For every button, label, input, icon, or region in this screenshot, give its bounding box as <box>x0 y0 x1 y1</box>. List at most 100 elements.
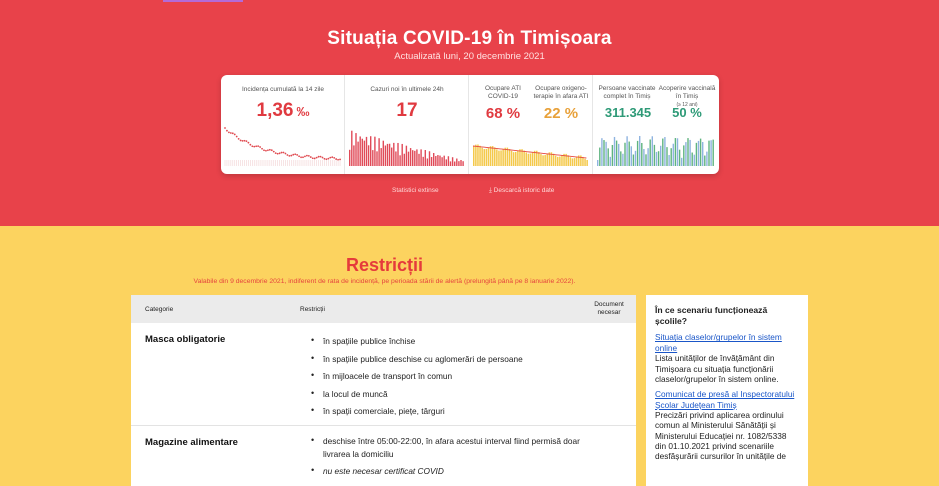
chart-bar <box>569 157 572 166</box>
chart-bar <box>678 149 681 166</box>
chart-point <box>237 137 240 140</box>
chart-point <box>239 139 242 142</box>
chart-point <box>294 153 297 156</box>
chart-point <box>233 133 236 136</box>
chart-bar <box>651 136 653 166</box>
chart-point <box>329 156 332 159</box>
schools-sidebar: În ce scenariu funcționează școlile? Sit… <box>646 295 808 486</box>
chart-bar <box>660 145 662 166</box>
chart-point <box>323 157 326 160</box>
chart-bar <box>386 143 389 166</box>
chart-point <box>319 155 322 158</box>
chart-bar <box>491 146 494 166</box>
chart-bar <box>582 156 584 166</box>
chart-bar <box>418 153 420 166</box>
chart-bar <box>695 142 698 166</box>
hospital-chart <box>472 144 588 166</box>
download-history-link[interactable]: ⤓ Descarcă istoric date <box>489 187 554 195</box>
page-title: Situația COVID-19 în Timișoara <box>327 28 612 49</box>
chart-bar <box>441 157 443 166</box>
chart-bar <box>401 143 403 166</box>
chart-bar <box>454 161 456 166</box>
chart-bar <box>607 148 609 166</box>
chart-point <box>325 158 328 161</box>
chart-bar <box>641 142 643 166</box>
chart-point <box>251 145 254 148</box>
chart-bar <box>699 138 702 166</box>
chart-point <box>288 154 291 157</box>
extended-stats-link[interactable]: Statistici extinse <box>392 187 439 194</box>
chart-bar <box>697 140 700 166</box>
mask-restrictions-list: în spațiile publice închise în spațiile … <box>309 332 523 421</box>
chart-point <box>290 154 293 157</box>
list-item: în spațiile publice închise <box>309 332 523 351</box>
chart-bar <box>363 140 366 166</box>
chart-bar <box>422 156 424 166</box>
chart-bar <box>494 147 496 166</box>
icu-value: 68 % <box>485 105 521 122</box>
chart-bar <box>374 136 376 166</box>
chart-bar <box>531 152 534 166</box>
chart-point <box>229 132 232 134</box>
chart-bar <box>622 153 624 166</box>
incidence-label: Incidența cumulată la 14 zile <box>241 86 325 93</box>
restrictions-title: Restricții <box>345 255 424 275</box>
chart-bar <box>634 150 637 166</box>
chart-bar <box>500 150 502 166</box>
chart-bar <box>527 153 530 166</box>
chart-bar <box>546 153 548 166</box>
chart-bar <box>523 150 525 166</box>
chart-bar <box>510 150 513 166</box>
chart-bar <box>693 154 695 166</box>
chart-point <box>231 132 234 135</box>
chart-point <box>292 153 295 156</box>
online-classes-link[interactable]: Situația claselor/grupelor în sistem onl… <box>655 332 799 353</box>
press-release-text: Precizări privind aplicarea ordinului co… <box>655 409 787 462</box>
chart-bar <box>704 155 706 166</box>
vaccination-panel[interactable]: Persoane vaccinate complet în Timiș Acop… <box>593 75 719 174</box>
chart-point <box>296 154 299 156</box>
chart-point <box>333 156 336 159</box>
incidence-chart <box>224 127 341 166</box>
chart-bar <box>544 155 546 166</box>
press-release-link[interactable]: Comunicat de presă al Inspectoratului Șc… <box>655 389 799 410</box>
chart-bar <box>351 130 353 166</box>
chart-point <box>284 152 287 155</box>
chart-bar <box>620 151 622 166</box>
chart-point <box>255 145 258 148</box>
chart-bar <box>615 140 618 166</box>
vaccination-chart <box>597 136 714 166</box>
chart-bar <box>380 148 382 166</box>
chart-bar <box>458 161 460 166</box>
chart-bar <box>414 150 416 166</box>
chart-point <box>298 155 300 158</box>
row-divider <box>131 425 636 426</box>
hospital-panel[interactable]: Ocupare ATI COVID-19 Ocupare oxigeno-ter… <box>469 75 593 174</box>
chart-point <box>265 149 267 152</box>
chart-bar <box>443 155 445 166</box>
chart-point <box>307 154 310 157</box>
chart-point <box>280 151 283 154</box>
vaccinated-label: Persoane vaccinate complet în Timiș <box>598 85 656 100</box>
new-cases-panel[interactable]: Cazuri noi în ultimele 24h 17 <box>345 75 469 174</box>
online-classes-text: Lista unităților de învățământ din Timiș… <box>655 353 779 384</box>
chart-bar <box>416 149 418 166</box>
list-item: deschise între 05:00-22:00, în afara ace… <box>309 434 599 461</box>
chart-point <box>335 158 338 160</box>
chart-bar <box>712 139 714 166</box>
chart-bar <box>630 146 632 166</box>
chart-point <box>243 139 246 142</box>
chart-bar <box>540 154 542 166</box>
chart-bar <box>626 136 628 166</box>
nav-underline <box>163 0 243 2</box>
chart-bar <box>645 154 647 166</box>
chart-bar <box>575 156 578 166</box>
chart-point <box>253 145 256 148</box>
table-header: Categorie Restricții Document necesar <box>131 295 636 323</box>
chart-bar <box>449 161 452 166</box>
chart-bar <box>475 144 477 166</box>
chart-bar <box>597 160 599 166</box>
incidence-panel[interactable]: Incidența cumulată la 14 zile 1,36 ‰ <box>221 75 345 174</box>
chart-bar <box>636 140 639 166</box>
chart-point <box>268 148 271 151</box>
